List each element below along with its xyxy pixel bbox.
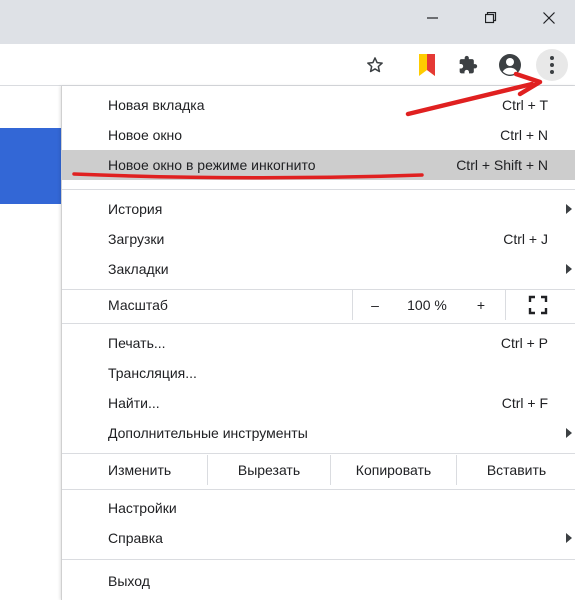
- bookmark-star-button[interactable]: [362, 52, 388, 78]
- menu-item-new-tab[interactable]: Новая вкладка Ctrl + T: [62, 90, 575, 120]
- menu-item-shortcut: Ctrl + F: [501, 395, 548, 411]
- fullscreen-icon: [528, 295, 548, 315]
- menu-item-label: Трансляция...: [108, 365, 197, 381]
- menu-item-label: Новая вкладка: [108, 97, 205, 113]
- menu-item-shortcut: Ctrl + N: [500, 127, 548, 143]
- menu-separator: [62, 323, 575, 324]
- menu-item-exit[interactable]: Выход: [62, 566, 575, 596]
- close-icon: [543, 12, 555, 24]
- fullscreen-button[interactable]: [528, 295, 548, 315]
- zoom-level-value: 100 %: [407, 297, 447, 313]
- menu-item-label: Печать...: [108, 335, 166, 351]
- zoom-in-button[interactable]: +: [457, 290, 505, 320]
- menu-item-more-tools[interactable]: Дополнительные инструменты: [62, 418, 575, 448]
- menu-item-bookmarks[interactable]: Закладки: [62, 254, 575, 284]
- minimize-button[interactable]: [408, 0, 458, 36]
- minimize-icon: [427, 17, 438, 19]
- address-bar[interactable]: [0, 48, 344, 82]
- menu-item-help[interactable]: Справка: [62, 523, 575, 553]
- menu-item-cast[interactable]: Трансляция...: [62, 358, 575, 388]
- edit-label: Изменить: [108, 462, 172, 478]
- menu-item-print[interactable]: Печать... Ctrl + P: [62, 328, 575, 358]
- chrome-main-menu: Новая вкладка Ctrl + T Новое окно Ctrl +…: [61, 86, 575, 600]
- page-blue-block: [0, 128, 62, 204]
- menu-item-shortcut: Ctrl + J: [503, 231, 548, 247]
- menu-item-new-incognito-window[interactable]: Новое окно в режиме инкогнито Ctrl + Shi…: [62, 150, 575, 180]
- menu-separator: [62, 489, 575, 490]
- restore-icon: [485, 12, 497, 24]
- zoom-label: Масштаб: [108, 297, 168, 313]
- menu-separator: [62, 453, 575, 454]
- menu-edit-row: Изменить Вырезать Копировать Вставить: [62, 455, 575, 485]
- main-menu-button[interactable]: [539, 52, 565, 78]
- menu-separator: [62, 559, 575, 560]
- menu-item-history[interactable]: История: [62, 194, 575, 224]
- menu-item-label: Закладки: [108, 261, 169, 277]
- browser-toolbar: [0, 44, 575, 86]
- submenu-arrow-icon: [566, 428, 572, 438]
- menu-item-shortcut: Ctrl + T: [501, 97, 548, 113]
- account-icon: [499, 54, 521, 76]
- menu-separator: [62, 189, 575, 190]
- menu-item-shortcut: Ctrl + Shift + N: [456, 157, 548, 173]
- restore-button[interactable]: [466, 0, 516, 36]
- zoom-controls: – 100 % +: [352, 290, 506, 320]
- puzzle-extensions-icon: [459, 55, 478, 74]
- menu-item-new-window[interactable]: Новое окно Ctrl + N: [62, 120, 575, 150]
- bookmark-flag-icon: [419, 54, 435, 76]
- menu-item-label: Загрузки: [108, 231, 165, 247]
- star-icon: [367, 57, 383, 73]
- menu-item-label: Справка: [108, 530, 163, 546]
- title-bar: [0, 0, 575, 44]
- paste-button[interactable]: Вставить: [456, 455, 575, 485]
- submenu-arrow-icon: [566, 264, 572, 274]
- menu-item-label: Новое окно: [108, 127, 183, 143]
- menu-item-label: Выход: [108, 573, 150, 589]
- menu-item-shortcut: Ctrl + P: [500, 335, 548, 351]
- menu-item-label: Новое окно в режиме инкогнито: [108, 157, 316, 173]
- menu-item-find[interactable]: Найти... Ctrl + F: [62, 388, 575, 418]
- menu-item-settings[interactable]: Настройки: [62, 493, 575, 523]
- extensions-button[interactable]: [455, 52, 481, 78]
- menu-item-label: История: [108, 201, 163, 217]
- bookmark-extension-button[interactable]: [414, 52, 440, 78]
- close-window-button[interactable]: [524, 0, 574, 36]
- menu-item-label: Найти...: [108, 395, 160, 411]
- zoom-out-button[interactable]: –: [353, 290, 397, 320]
- menu-zoom-row: Масштаб – 100 % +: [62, 290, 575, 320]
- submenu-arrow-icon: [566, 533, 572, 543]
- submenu-arrow-icon: [566, 204, 572, 214]
- more-vert-icon: [550, 56, 554, 74]
- menu-item-label: Настройки: [108, 500, 177, 516]
- cut-button[interactable]: Вырезать: [207, 455, 330, 485]
- menu-item-label: Дополнительные инструменты: [108, 425, 308, 441]
- profile-button[interactable]: [497, 52, 523, 78]
- copy-button[interactable]: Копировать: [330, 455, 456, 485]
- menu-item-downloads[interactable]: Загрузки Ctrl + J: [62, 224, 575, 254]
